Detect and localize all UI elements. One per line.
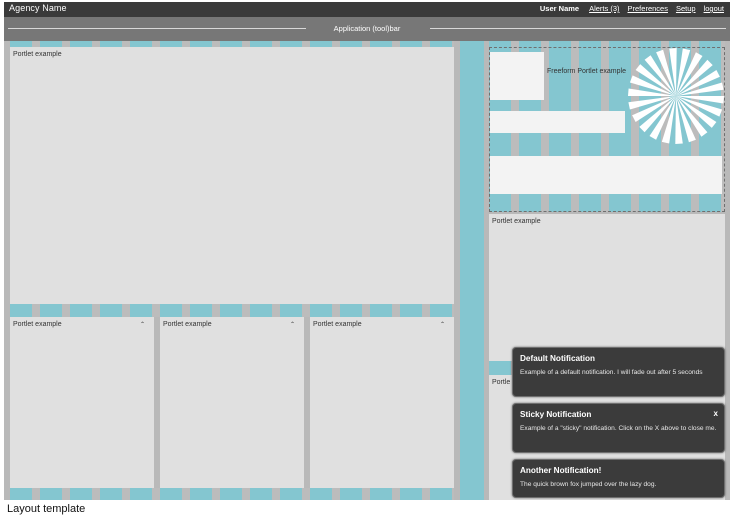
portlet-title: Portlet example	[163, 321, 212, 328]
application-toolbar: Application (tool)bar	[4, 17, 730, 41]
toolbar-label: Application (tool)bar	[333, 24, 401, 33]
grid-band-middle	[10, 304, 454, 317]
double-chevron-up-icon[interactable]: ⌃	[440, 321, 445, 328]
grid-column-separator	[460, 41, 484, 500]
layout-caption: Layout template	[7, 503, 86, 515]
close-icon[interactable]: x	[714, 409, 718, 418]
portlet-title: Portlet example	[492, 218, 541, 225]
notification-title: Default Notification	[520, 354, 596, 363]
portlet-main[interactable]: Portlet example	[10, 47, 454, 304]
freeform-image-box[interactable]	[490, 52, 544, 100]
top-bar: Agency Name User Name Alerts (3) Prefere…	[4, 2, 730, 17]
portlet-title: Portle	[492, 379, 511, 386]
notification-title: Sticky Notification	[520, 410, 592, 419]
layout-frame: Agency Name User Name Alerts (3) Prefere…	[4, 2, 730, 500]
setup-link[interactable]: Setup	[676, 4, 696, 13]
double-chevron-up-icon[interactable]: ⌃	[290, 321, 295, 328]
portlet-title: Portlet example	[13, 321, 62, 328]
portlet-bottom-right[interactable]: Portlet example ⌃	[310, 317, 454, 488]
notification-body: Example of a default notification. I wil…	[520, 369, 703, 376]
portlet-title: Portlet example	[13, 51, 62, 58]
notification-body: Example of a "sticky" notification. Clic…	[520, 425, 717, 432]
user-name: User Name	[539, 4, 580, 13]
portlet-bottom-left[interactable]: Portlet example ⌃	[10, 317, 154, 488]
notification-sticky[interactable]: Sticky Notification x Example of a "stic…	[512, 403, 725, 453]
freeform-label: Freeform Portlet example	[547, 68, 626, 75]
alerts-link[interactable]: Alerts (3)	[589, 4, 619, 13]
preferences-link[interactable]: Preferences	[628, 4, 668, 13]
user-nav: User Name Alerts (3) Preferences Setup l…	[540, 4, 724, 13]
portlet-title: Portlet example	[313, 321, 362, 328]
notification-title: Another Notification!	[520, 466, 602, 475]
portlet-right-middle[interactable]: Portlet example	[489, 214, 725, 361]
agency-name: Agency Name	[9, 3, 67, 13]
logout-link[interactable]: logout	[704, 4, 724, 13]
portlet-bottom-middle[interactable]: Portlet example ⌃	[160, 317, 304, 488]
grid-band-bottom	[10, 488, 454, 500]
freeform-wide-box[interactable]	[490, 156, 722, 194]
sunburst-graphic	[628, 48, 724, 144]
double-chevron-up-icon[interactable]: ⌃	[140, 321, 145, 328]
notification-default[interactable]: Default Notification Example of a defaul…	[512, 347, 725, 397]
notification-body: The quick brown fox jumped over the lazy…	[520, 481, 657, 488]
notification-another[interactable]: Another Notification! The quick brown fo…	[512, 459, 725, 498]
freeform-text-field[interactable]	[490, 111, 625, 133]
